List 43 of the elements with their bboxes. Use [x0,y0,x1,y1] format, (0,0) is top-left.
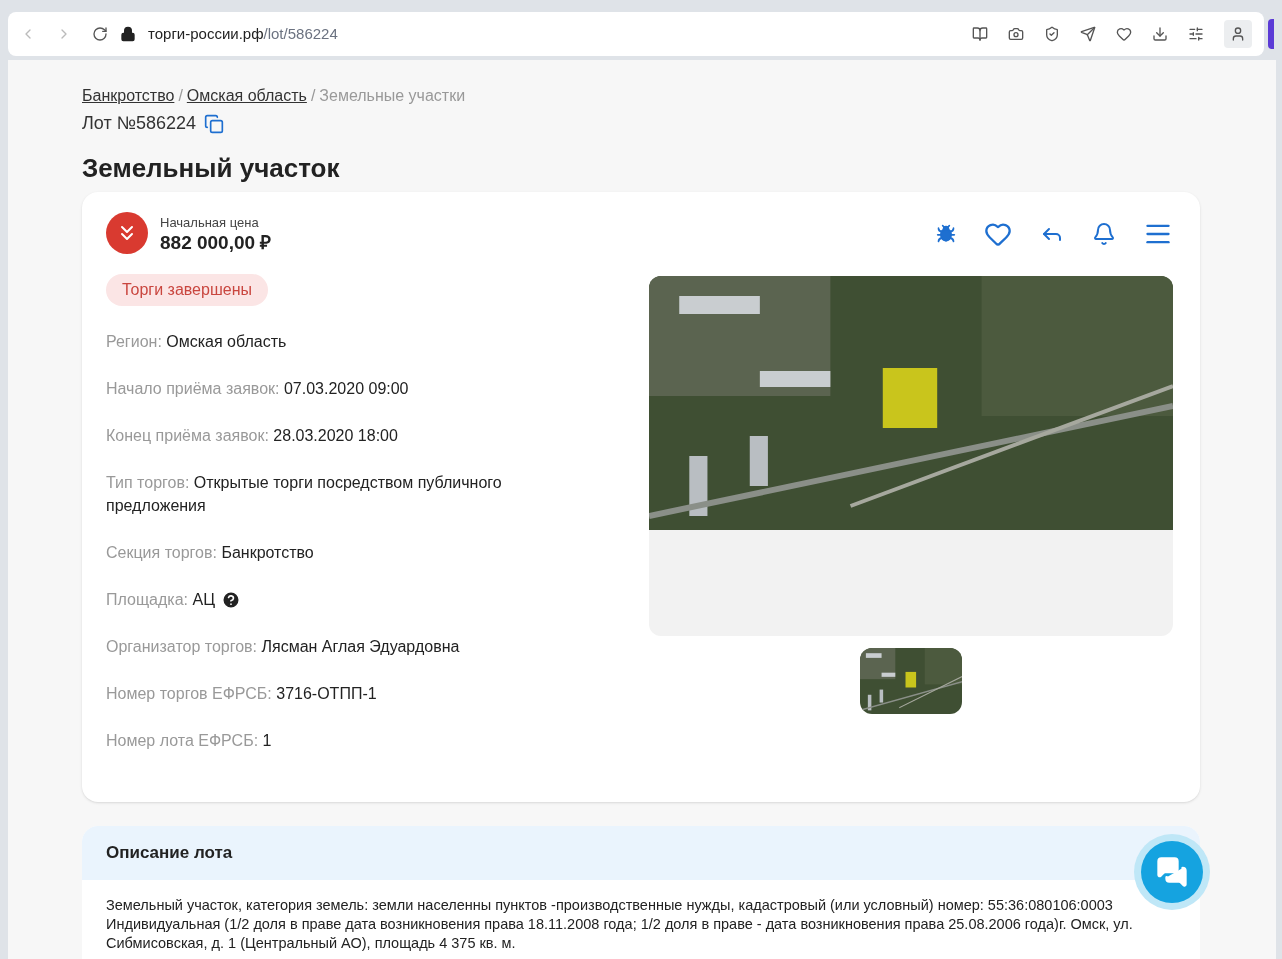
profile-button[interactable] [1224,20,1252,48]
favorite-icon[interactable] [984,220,1012,248]
page-title: Земельный участок [82,152,341,185]
description-text: Земельный участок, категория земель: земли населенны пунктов -производственные нужды, кадастровый (или условный) номер: 55:36:080106:0003 Индивидуальная (1/2 доля в праве дата возникновения права 18.11.2008 года; 1/2 доля в праве - дата возникновения права 25.08.2006 года)г. Омск, ул. Сибмисовская, д. 1 (Центральный АО), площадь 4 375 кв. м. [105,895,1134,953]
menu-icon[interactable] [1188,26,1204,42]
photo-thumbnail[interactable] [860,648,962,714]
section-title: Описание лота [106,843,233,862]
status-badge: Торги завершены [106,274,268,306]
breadcrumb-separator: / [178,86,183,106]
shield-icon[interactable] [1044,26,1060,42]
send-icon[interactable] [1080,26,1096,42]
price-value: 882 000,00 ₽ [160,232,272,253]
heart-icon[interactable] [1116,26,1132,42]
field-text: Начало приёма заявок: 07.03.2020 09:00 [106,379,409,399]
breadcrumb-link[interactable]: Банкротство [82,84,175,108]
download-icon[interactable] [1152,26,1168,42]
sidebar-button[interactable] [1268,19,1274,49]
lock-icon [120,26,136,42]
breadcrumb-link[interactable]: Омская область [186,84,307,108]
breadcrumb-separator: / [310,86,316,106]
price-label: Начальная цена [160,214,260,233]
copy-icon[interactable] [204,113,225,134]
field-text: Секция торгов: Банкротство [106,543,314,563]
field-text: Конец приёма заявок: 28.03.2020 18:00 [106,426,398,446]
chat-icon [1156,856,1188,888]
field-text: Регион: Омская область [106,332,287,352]
breadcrumb-current: Земельные участки [319,86,466,106]
address-field[interactable]: торги-россии.рф/lot/586224 [120,22,952,46]
field-text: Тип торгов: Открытые торги посредством публичного предложения [106,473,503,516]
field-text: Организатор торгов: Лясман Аглая Эдуардовна [106,637,460,657]
reader-icon[interactable] [972,26,988,42]
help-icon[interactable] [221,589,241,610]
reload-icon[interactable] [92,26,108,42]
price-down-icon [106,212,148,254]
user-icon [1230,26,1246,42]
field-text: Номер лота ЕФРСБ: 1 [106,731,272,751]
camera-icon[interactable] [1008,26,1024,42]
field-text: Площадка: АЦ [106,590,215,610]
lot-number: Лот №586224 [82,112,197,135]
bell-icon[interactable] [1092,222,1116,246]
bug-icon[interactable] [936,224,956,244]
url-text: торги-россии.рф/lot/586224 [148,23,338,44]
field-text: Номер торгов ЕФРСБ: 3716-ОТПП-1 [106,684,377,704]
